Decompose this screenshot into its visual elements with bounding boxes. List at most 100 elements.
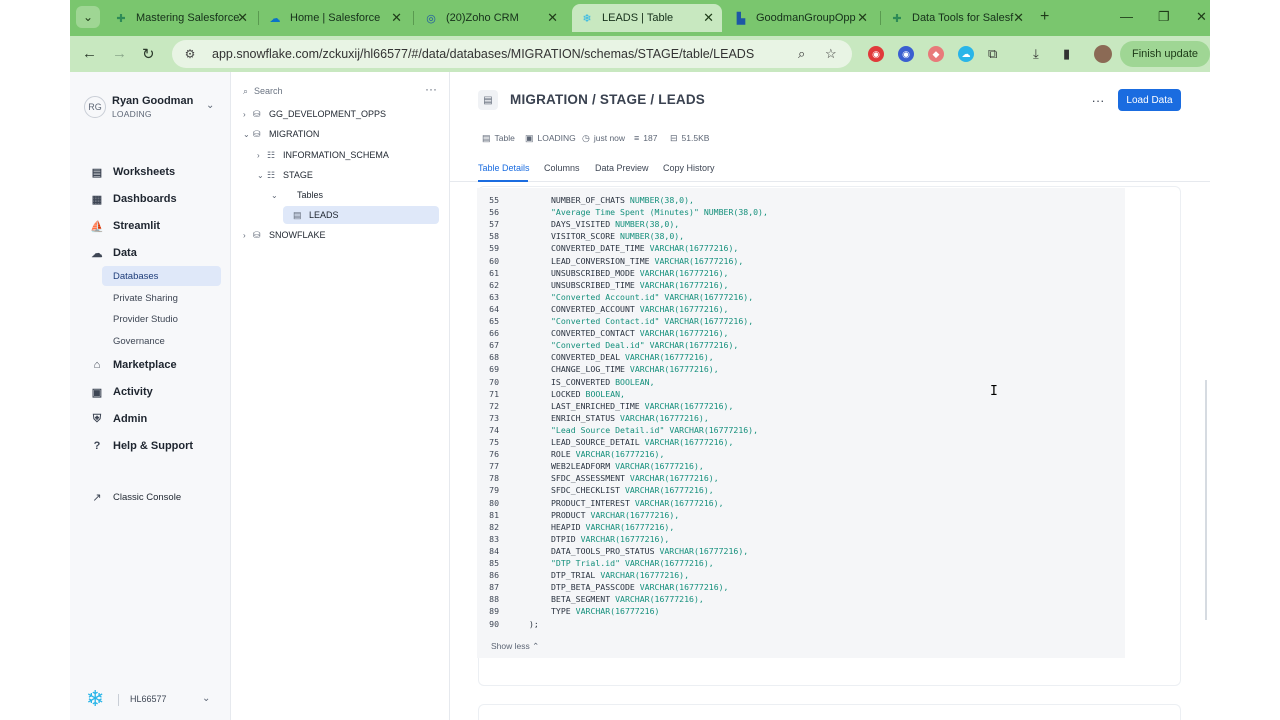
nav-private-sharing[interactable]: Private Sharing <box>102 288 221 308</box>
zoom-search-icon[interactable]: ⌕ <box>798 46 805 62</box>
schema-icon: ☷ <box>267 149 276 160</box>
account-switcher[interactable]: ❄ HL66577 ⌄ <box>86 688 216 712</box>
close-icon[interactable]: ✕ <box>703 10 714 26</box>
nav-classic-console[interactable]: ↗ Classic Console <box>90 488 181 506</box>
tree-node-database[interactable]: › ⛁ SNOWFLAKE <box>243 226 326 244</box>
extensions-puzzle-icon[interactable]: ⧉ <box>988 46 997 62</box>
ddl-code-block[interactable]: 55 NUMBER_OF_CHATS NUMBER(38,0), 56 "Averag… <box>477 188 1125 658</box>
close-icon[interactable]: ✕ <box>391 10 402 26</box>
column-type: VARCHAR(16777216), <box>624 485 714 496</box>
column-type: VARCHAR(16777216), <box>644 400 734 411</box>
chevron-down-icon: ⌄ <box>202 693 211 704</box>
browser-tab-active[interactable]: ❄ LEADS | Table ✕ <box>572 4 722 32</box>
load-data-button[interactable]: Load Data <box>1118 89 1181 111</box>
zoho-icon: ◎ <box>426 12 436 25</box>
nav-streamlit[interactable]: ⛵ Streamlit <box>90 217 160 235</box>
browser-tab[interactable]: ✚ Data Tools for Salesf ✕ <box>882 4 1032 32</box>
tree-node-folder[interactable]: ⌄ Tables <box>271 186 323 204</box>
browser-tab[interactable]: ▙ GoodmanGroupOpp ✕ <box>726 4 876 32</box>
address-bar[interactable]: ⚙ app.snowflake.com/zckuxij/hl66577/#/da… <box>172 40 852 68</box>
extension-icon[interactable]: ☁ <box>958 46 974 62</box>
close-icon[interactable]: ✕ <box>237 10 248 26</box>
show-less-button[interactable]: Show less ⌃ <box>491 641 539 652</box>
nav-help-support[interactable]: ? Help & Support <box>90 437 193 455</box>
nav-activity[interactable]: ▣ Activity <box>90 383 153 401</box>
tab-copy-history[interactable]: Copy History <box>663 163 715 173</box>
column-name: SFDC_ASSESSMENT <box>551 473 625 484</box>
chevron-up-icon: ⌃ <box>532 641 540 651</box>
minimize-icon[interactable]: — <box>1120 9 1133 24</box>
line-number: 90 <box>489 618 499 629</box>
close-icon[interactable]: ✕ <box>857 10 868 26</box>
new-tab-icon[interactable]: + <box>1040 8 1049 26</box>
tab-data-preview[interactable]: Data Preview <box>595 163 649 173</box>
salesforce-cloud-icon: ☁ <box>269 12 281 25</box>
code-line: 73 ENRICH_STATUS VARCHAR(16777216), <box>477 412 709 424</box>
side-panel-icon[interactable]: ▮ <box>1063 46 1070 62</box>
line-number: 77 <box>489 461 499 472</box>
extension-icon[interactable]: ◉ <box>868 46 884 62</box>
site-info-icon[interactable]: ⚙ <box>182 46 198 62</box>
nav-provider-studio[interactable]: Provider Studio <box>102 309 221 329</box>
meta-updated-text: just now <box>593 133 626 143</box>
nav-admin[interactable]: ⛨ Admin <box>90 410 147 428</box>
nav-databases[interactable]: Databases <box>102 266 221 286</box>
tab-columns[interactable]: Columns <box>544 163 580 173</box>
tab-table-details[interactable]: Table Details <box>478 163 530 173</box>
rows-icon: ≡ <box>634 133 640 143</box>
column-definition: DTP_TRIAL VARCHAR(16777216), <box>551 569 689 581</box>
meta-rows-text: 187 <box>643 133 658 143</box>
download-icon[interactable]: ⤓ <box>1033 46 1039 62</box>
restore-icon[interactable]: ❐ <box>1158 9 1170 25</box>
column-definition: LEAD_SOURCE_DETAIL VARCHAR(16777216), <box>551 436 733 448</box>
bookmark-star-icon[interactable]: ☆ <box>825 46 837 62</box>
window-close-icon[interactable]: ✕ <box>1196 9 1207 25</box>
scrollbar[interactable] <box>1205 380 1207 620</box>
code-line: 81 PRODUCT VARCHAR(16777216), <box>477 509 679 521</box>
column-type: VARCHAR(16777216), <box>649 340 739 351</box>
column-name: CONVERTED_DATE_TIME <box>551 243 645 254</box>
column-definition: SFDC_CHECKLIST VARCHAR(16777216), <box>551 484 714 496</box>
back-icon[interactable]: ← <box>82 45 97 62</box>
more-actions-button[interactable]: ··· <box>1088 90 1108 110</box>
code-line: 70 IS_CONVERTED BOOLEAN, <box>477 376 654 388</box>
column-type: NUMBER(38,0), <box>629 195 694 205</box>
code-line: 77 WEB2LEADFORM VARCHAR(16777216), <box>477 460 704 472</box>
close-icon[interactable]: ✕ <box>547 10 558 26</box>
column-type: BOOLEAN, <box>615 376 655 387</box>
line-number: 87 <box>489 582 499 593</box>
tab-search-button[interactable]: ⌄ <box>76 6 100 28</box>
nav-data[interactable]: ☁ Data <box>90 244 137 262</box>
reload-icon[interactable]: ↻ <box>142 45 155 63</box>
user-menu[interactable]: RG Ryan Goodman LOADING ⌄ <box>82 90 222 120</box>
nav-dashboards[interactable]: ▦ Dashboards <box>90 190 177 208</box>
avatar: RG <box>84 96 106 118</box>
profile-avatar[interactable] <box>1094 45 1112 63</box>
nav-worksheets[interactable]: ▤ Worksheets <box>90 163 175 181</box>
search-input[interactable]: ⌕ Search <box>243 82 439 100</box>
tree-node-schema[interactable]: › ☷ INFORMATION_SCHEMA <box>257 146 389 164</box>
snowflake-logo-icon: ❄ <box>86 686 105 711</box>
finish-update-button[interactable]: Finish update <box>1120 41 1210 67</box>
extension-icon[interactable]: ◉ <box>898 46 914 62</box>
nav-marketplace[interactable]: ⌂ Marketplace <box>90 356 177 374</box>
extension-icon[interactable]: ◆ <box>928 46 944 62</box>
browser-tab[interactable]: ☁ Home | Salesforce ✕ <box>260 4 410 32</box>
tree-node-database[interactable]: ⌄ ⛁ MIGRATION <box>243 125 319 143</box>
column-type: NUMBER(38,0), <box>615 219 680 230</box>
forward-icon[interactable]: → <box>112 45 127 62</box>
more-options-icon[interactable]: ··· <box>425 82 437 96</box>
tree-node-table-selected[interactable]: ▤ LEADS <box>283 206 439 224</box>
code-line: 90); <box>477 618 539 630</box>
line-number: 78 <box>489 473 499 484</box>
close-icon[interactable]: ✕ <box>1013 10 1024 26</box>
browser-tab[interactable]: ◎ (20)Zoho CRM ✕ <box>416 4 566 32</box>
tree-node-schema[interactable]: ⌄ ☷ STAGE <box>257 166 313 184</box>
show-less-label: Show less <box>491 641 530 651</box>
browser-tab[interactable]: ✚ Mastering Salesforce ✕ <box>106 4 256 32</box>
column-type: VARCHAR(16777216), <box>639 582 729 593</box>
nav-governance[interactable]: Governance <box>102 331 221 351</box>
column-definition: LOCKED BOOLEAN, <box>551 388 625 400</box>
column-definition: HEAPID VARCHAR(16777216), <box>551 521 674 533</box>
tree-node-database[interactable]: › ⛁ GG_DEVELOPMENT_OPPS <box>243 105 386 123</box>
